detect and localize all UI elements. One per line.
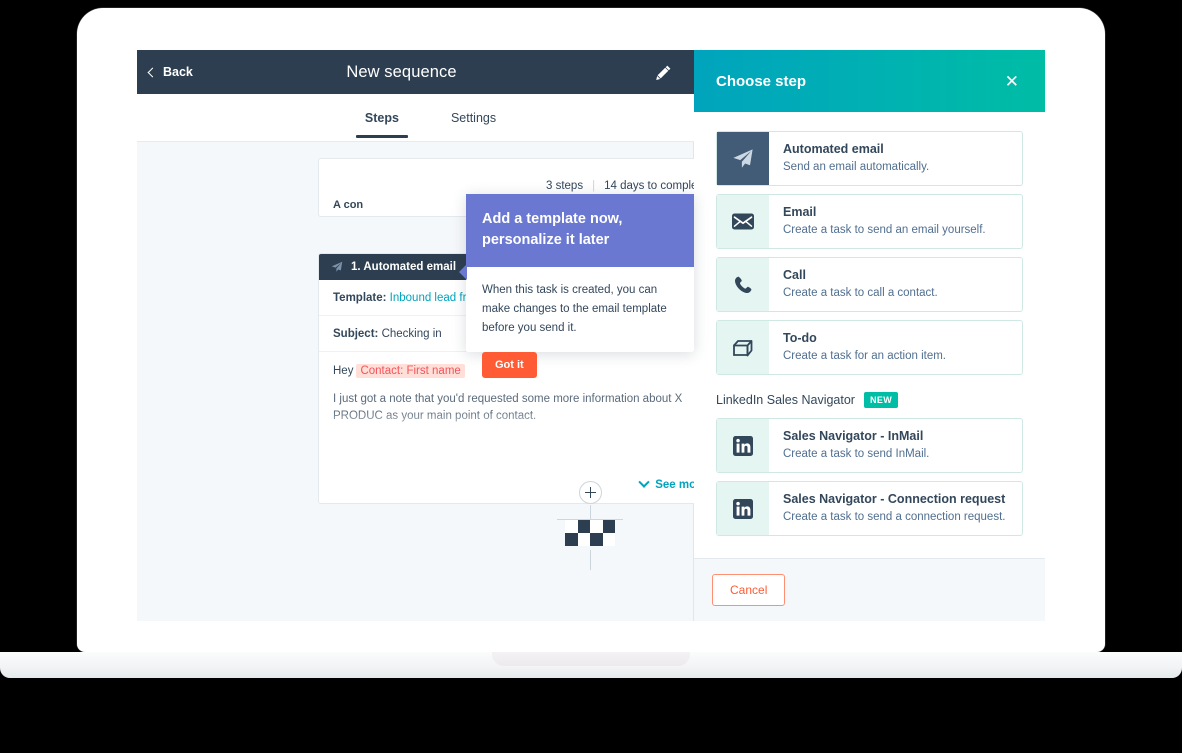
coachmark-body: When this task is created, you can make … [466,267,694,378]
app-screen: New sequence Back Steps Settings [137,50,1045,621]
step-option-subtitle: Create a task to send an email yourself. [783,222,986,239]
page-title: New sequence [137,50,694,94]
step-option-sales-navigator-inmail[interactable]: Sales Navigator - InMail Create a task t… [716,418,1023,473]
linkedin-icon [717,482,769,535]
coachmark-title: Add a template now, personalize it later [466,194,694,267]
subject-value: Checking in [382,328,442,340]
new-badge: NEW [864,392,898,408]
step-option-title: To-do [783,330,946,347]
step-option-email[interactable]: Email Create a task to send an email you… [716,194,1023,249]
app-topbar: New sequence Back [137,50,694,94]
chevron-left-icon [148,67,158,77]
template-label: Template: [333,292,386,304]
panel-title: Choose step [716,73,806,90]
steps-count: 3 steps [546,180,583,192]
step-option-subtitle: Create a task to send a connection reque… [783,509,1005,526]
back-button[interactable]: Back [149,50,193,94]
summary-description: A con [333,199,363,211]
step-option-automated-email[interactable]: Automated email Send an email automatica… [716,131,1023,186]
cancel-button[interactable]: Cancel [712,574,785,606]
linkedin-section-label: LinkedIn Sales Navigator [716,393,855,407]
step-card-title: 1. Automated email [351,261,456,273]
linkedin-icon [717,419,769,472]
add-step-button[interactable] [579,481,602,504]
laptop-notch [492,652,690,666]
body-fade-overlay [333,411,707,445]
todo-icon [717,321,769,374]
step-option-todo[interactable]: To-do Create a task for an action item. [716,320,1023,375]
choose-step-panel: Choose step ✕ Automated email Send an em… [694,50,1045,621]
summary-meta: 3 steps | 14 days to complete [546,180,707,192]
email-body-paragraph: I just got a note that you'd requested s… [333,391,707,425]
tab-steps[interactable]: Steps [363,97,401,138]
step-option-title: Sales Navigator - InMail [783,428,929,445]
chevron-down-icon [639,477,650,488]
coachmark-text: When this task is created, you can make … [482,281,678,338]
panel-header: Choose step ✕ [694,50,1045,112]
envelope-icon [717,195,769,248]
greeting-text: Hey [333,365,353,377]
template-value-link[interactable]: Inbound lead fro [390,292,473,304]
tab-steps-label: Steps [365,111,399,125]
step-option-text: Sales Navigator - Connection request Cre… [769,482,1017,535]
coachmark-popover: Add a template now, personalize it later… [466,194,694,352]
got-it-button[interactable]: Got it [482,352,537,378]
linkedin-section-header: LinkedIn Sales Navigator NEW [716,392,1023,408]
panel-footer: Cancel [694,558,1045,621]
step-option-title: Sales Navigator - Connection request [783,491,1005,508]
step-option-text: To-do Create a task for an action item. [769,321,958,374]
step-option-title: Call [783,267,938,284]
tab-settings-label: Settings [451,111,496,125]
paper-plane-icon [717,132,769,185]
pencil-icon[interactable] [655,64,672,81]
tab-bar: Steps Settings [137,94,694,142]
phone-icon [717,258,769,311]
step-option-call[interactable]: Call Create a task to call a contact. [716,257,1023,312]
step-option-subtitle: Create a task to call a contact. [783,285,938,302]
step-option-subtitle: Create a task to send InMail. [783,446,929,463]
tab-settings[interactable]: Settings [449,97,498,138]
coachmark-arrow [459,264,467,280]
personalization-token: Contact: First name [356,364,464,378]
step-option-text: Automated email Send an email automatica… [769,132,941,185]
panel-body: Automated email Send an email automatica… [694,112,1045,558]
paper-plane-icon [331,261,343,273]
step-option-subtitle: Create a task for an action item. [783,348,946,365]
step-option-title: Automated email [783,141,929,158]
duration-label: 14 days to complete [604,180,707,192]
back-button-label: Back [163,65,193,79]
step-option-text: Email Create a task to send an email you… [769,195,998,248]
connector-line-bottom [590,550,591,570]
step-option-subtitle: Send an email automatically. [783,159,929,176]
step-option-title: Email [783,204,986,221]
subject-label: Subject: [333,328,378,340]
step-option-sales-navigator-connection-request[interactable]: Sales Navigator - Connection request Cre… [716,481,1023,536]
checkered-flag-icon [565,520,615,546]
step-option-text: Call Create a task to call a contact. [769,258,950,311]
step-option-text: Sales Navigator - InMail Create a task t… [769,419,941,472]
meta-separator: | [592,180,595,192]
close-icon[interactable]: ✕ [1005,73,1019,90]
